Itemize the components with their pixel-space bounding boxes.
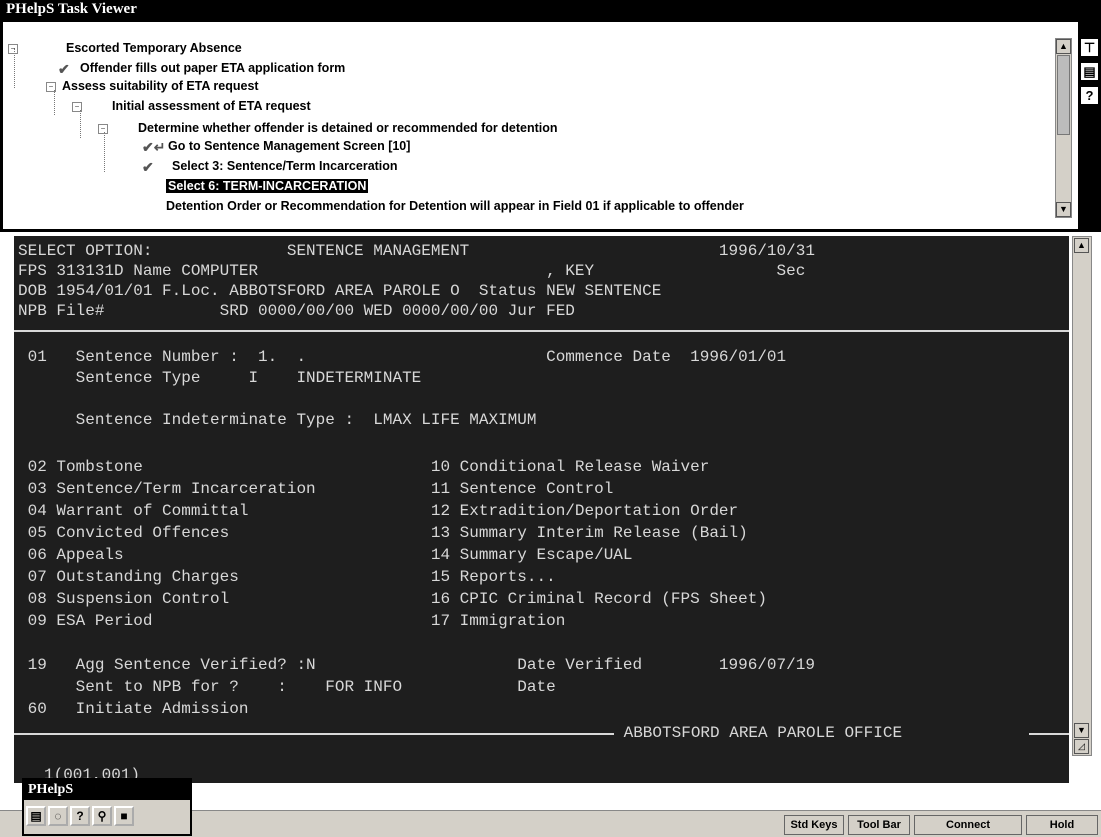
- connect-button[interactable]: Connect: [914, 815, 1022, 835]
- menu-option-line[interactable]: 09 ESA Period 17 Immigration: [18, 612, 566, 630]
- help-icon[interactable]: ?: [70, 806, 90, 826]
- body-line: 01 Sentence Number : 1. . Commence Date …: [18, 348, 787, 366]
- task-tree-scrollbar[interactable]: ▲ ▼: [1055, 38, 1072, 218]
- check-arrow-icon: ✔↵: [142, 138, 166, 155]
- footer-divider-right: [1029, 733, 1069, 735]
- body-line: Sentence Indeterminate Type : LMAX LIFE …: [18, 411, 537, 429]
- collapse-icon[interactable]: −: [46, 81, 56, 92]
- tree-item-go-to-sentence-management[interactable]: ✔↵ Go to Sentence Management Screen [10]: [142, 136, 410, 156]
- checkmark-icon: ✔: [142, 158, 154, 175]
- tree-item-determine-detention[interactable]: − Determine whether offender is detained …: [98, 118, 558, 138]
- task-viewer-window: PHelpS Task Viewer − Escorted Temporary A…: [0, 0, 1101, 232]
- tool-bar-button[interactable]: Tool Bar: [848, 815, 910, 835]
- tree-item-select-3[interactable]: ✔ Select 3: Sentence/Term Incarceration: [142, 156, 398, 176]
- body-line: 60 Initiate Admission: [18, 700, 249, 718]
- collapse-icon[interactable]: −: [98, 123, 108, 134]
- phelps-mini-title: PHelpS: [24, 780, 190, 800]
- body-line: Sentence Type I INDETERMINATE: [18, 369, 422, 387]
- scroll-down-icon[interactable]: ▼: [1074, 723, 1089, 738]
- office-label: ABBOTSFORD AREA PAROLE OFFICE: [614, 724, 912, 742]
- terminal-window: SELECT OPTION: SENTENCE MANAGEMENT 1996/…: [0, 232, 1101, 792]
- header-line: FPS 313131D Name COMPUTER , KEY Sec: [18, 262, 806, 280]
- list-icon[interactable]: ▤: [26, 806, 46, 826]
- terminal-screen[interactable]: SELECT OPTION: SENTENCE MANAGEMENT 1996/…: [14, 236, 1069, 783]
- body-line: Sent to NPB for ? : FOR INFO Date: [18, 678, 556, 696]
- bulb-icon[interactable]: ◌: [48, 806, 68, 826]
- header-divider: [14, 330, 1069, 332]
- save-icon[interactable]: ▤: [1081, 63, 1098, 80]
- body-line: 19 Agg Sentence Verified? :N Date Verifi…: [18, 656, 815, 674]
- resize-grip-icon[interactable]: ◿: [1074, 739, 1089, 754]
- scroll-up-icon[interactable]: ▲: [1056, 39, 1071, 54]
- menu-option-line[interactable]: 02 Tombstone 10 Conditional Release Waiv…: [18, 458, 710, 476]
- scroll-thumb[interactable]: [1057, 55, 1070, 135]
- task-viewer-side-toolbar: ⊤ ▤ ?: [1078, 19, 1101, 232]
- menu-option-line[interactable]: 08 Suspension Control 16 CPIC Criminal R…: [18, 590, 767, 608]
- header-line: DOB 1954/01/01 F.Loc. ABBOTSFORD AREA PA…: [18, 282, 662, 300]
- footer-divider-left: [14, 733, 614, 735]
- scroll-up-icon[interactable]: ▲: [1074, 238, 1089, 253]
- menu-option-line[interactable]: 06 Appeals 14 Summary Escape/UAL: [18, 546, 633, 564]
- menu-option-line[interactable]: 04 Warrant of Committal 12 Extradition/D…: [18, 502, 739, 520]
- tree-item-escorted-temporary-absence[interactable]: − Escorted Temporary Absence: [8, 38, 242, 58]
- hold-button[interactable]: Hold: [1026, 815, 1098, 835]
- menu-option-line[interactable]: 05 Convicted Offences 13 Summary Interim…: [18, 524, 748, 542]
- tree-item-assess-suitability[interactable]: − Assess suitability of ETA request: [46, 76, 259, 96]
- tree-item-detention-order-note[interactable]: Detention Order or Recommendation for De…: [166, 196, 744, 216]
- pin-icon[interactable]: ⚲: [92, 806, 112, 826]
- collapse-icon[interactable]: −: [8, 43, 18, 54]
- scroll-down-icon[interactable]: ▼: [1056, 202, 1071, 217]
- tree-item-paper-eta-form[interactable]: ✔ Offender fills out paper ETA applicatio…: [58, 58, 345, 78]
- menu-option-line[interactable]: 07 Outstanding Charges 15 Reports...: [18, 568, 556, 586]
- tree-icon[interactable]: ⊤: [1081, 39, 1098, 56]
- task-tree: − Escorted Temporary Absence ✔ Offender fi…: [8, 38, 1050, 218]
- tree-item-select-6[interactable]: Select 6: TERM-INCARCERATION: [166, 176, 369, 196]
- menu-option-line[interactable]: 03 Sentence/Term Incarceration 11 Senten…: [18, 480, 614, 498]
- stop-icon[interactable]: ■: [114, 806, 134, 826]
- tree-item-initial-assessment[interactable]: − Initial assessment of ETA request: [72, 96, 311, 116]
- task-viewer-title: PHelpS Task Viewer: [0, 0, 1101, 19]
- header-line: SELECT OPTION: SENTENCE MANAGEMENT 1996/…: [18, 242, 815, 260]
- collapse-icon[interactable]: −: [72, 101, 82, 112]
- header-line: NPB File# SRD 0000/00/00 WED 0000/00/00 …: [18, 302, 575, 320]
- help-icon[interactable]: ?: [1081, 87, 1098, 104]
- phelps-mini-window: PHelpS ▤ ◌ ? ⚲ ■: [22, 778, 192, 836]
- std-keys-button[interactable]: Std Keys: [784, 815, 844, 835]
- terminal-scrollbar[interactable]: ▲ ▼ ◿: [1072, 236, 1092, 756]
